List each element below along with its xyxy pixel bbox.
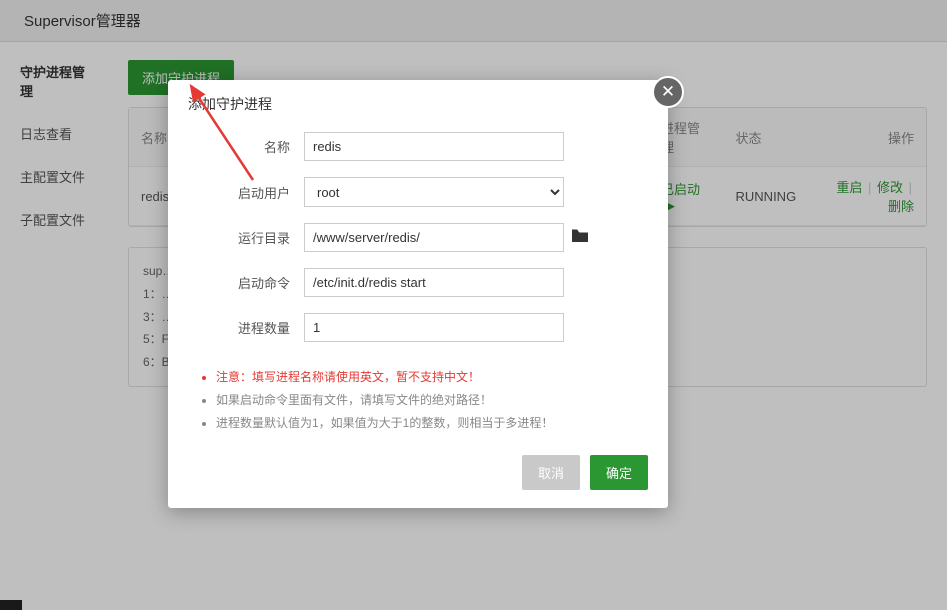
user-label: 启动用户 (188, 183, 304, 202)
confirm-button[interactable]: 确定 (590, 455, 648, 490)
cancel-button[interactable]: 取消 (522, 455, 580, 490)
cmd-input[interactable] (304, 268, 564, 297)
close-icon[interactable]: ✕ (652, 76, 684, 108)
hints-list: 注意：填写进程名称请使用英文，暂不支持中文！ 如果启动命令里面有文件，请填写文件… (168, 358, 668, 449)
user-select[interactable]: root (304, 177, 564, 207)
modal-title: 添加守护进程 (168, 80, 668, 122)
hint-warning: 注意：填写进程名称请使用英文，暂不支持中文！ (216, 368, 648, 385)
name-label: 名称 (188, 137, 304, 156)
hint-line: 如果启动命令里面有文件，请填写文件的绝对路径！ (216, 391, 648, 408)
add-daemon-modal: ✕ 添加守护进程 名称 启动用户 root 运行目录 (168, 80, 668, 508)
cmd-label: 启动命令 (188, 273, 304, 292)
dir-label: 运行目录 (188, 228, 304, 247)
dir-input[interactable] (304, 223, 564, 252)
name-input[interactable] (304, 132, 564, 161)
folder-icon[interactable] (572, 229, 588, 247)
hint-line: 进程数量默认值为1，如果值为大于1的整数，则相当于多进程！ (216, 414, 648, 431)
num-label: 进程数量 (188, 318, 304, 337)
num-input[interactable] (304, 313, 564, 342)
